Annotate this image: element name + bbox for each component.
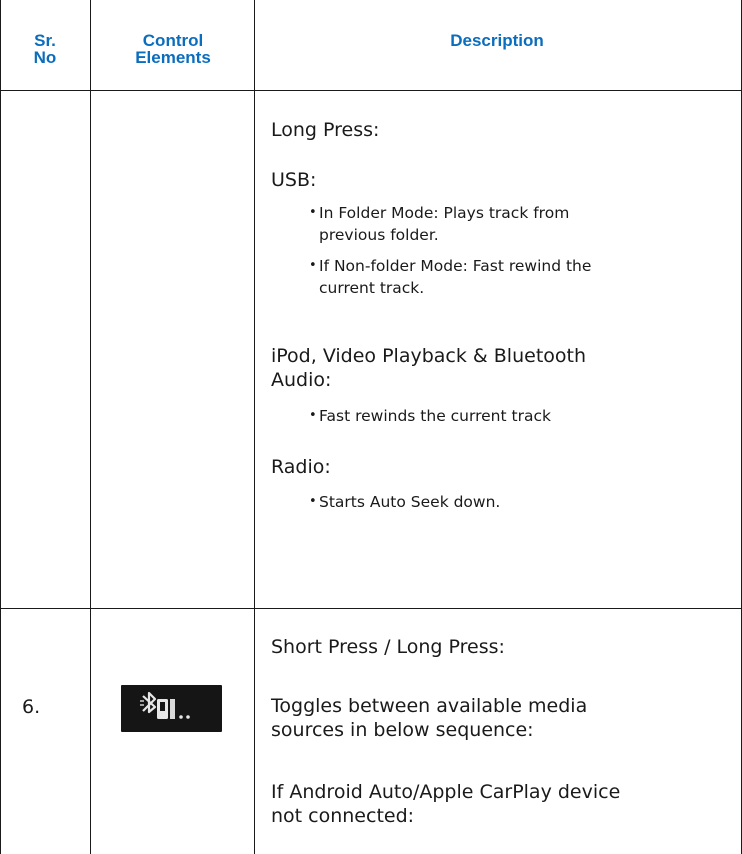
- column-divider-2: [254, 0, 255, 854]
- bullet-icon: •: [309, 258, 317, 273]
- bullet-icon: •: [309, 408, 317, 423]
- press-heading: Short Press / Long Press:: [271, 636, 505, 658]
- ipod-heading: iPod, Video Playback & Bluetooth Audio:: [271, 345, 587, 391]
- bullet-icon: •: [309, 494, 317, 509]
- control-elements-table: Sr. No Control Elements Description Long…: [0, 0, 742, 854]
- header-row-divider: [0, 90, 742, 91]
- usb-bullet-2: • If Non-folder Mode: Fast rewind the cu…: [309, 257, 592, 297]
- bluetooth-media-source-icon: [121, 685, 222, 732]
- radio-bullet-1: • Starts Auto Seek down.: [309, 493, 501, 511]
- table-border-left: [0, 0, 1, 854]
- column-divider-1: [90, 0, 91, 854]
- radio-heading: Radio:: [271, 456, 331, 478]
- ipod-bullet-1: • Fast rewinds the current track: [309, 407, 551, 425]
- toggle-text: Toggles between available media sources …: [271, 695, 588, 741]
- condition-text: If Android Auto/Apple CarPlay device not…: [271, 781, 621, 827]
- row-divider: [0, 608, 742, 609]
- header-control-elements: Control Elements: [135, 31, 211, 67]
- usb-bullet-1: • In Folder Mode: Plays track from previ…: [309, 204, 570, 244]
- long-press-heading: Long Press:: [271, 119, 380, 141]
- bullet-icon: •: [309, 205, 317, 220]
- usb-heading: USB:: [271, 169, 317, 191]
- header-description: Description: [450, 31, 544, 50]
- header-sr-no: Sr. No: [33, 31, 57, 67]
- sr-no-cell: 6.: [22, 696, 41, 718]
